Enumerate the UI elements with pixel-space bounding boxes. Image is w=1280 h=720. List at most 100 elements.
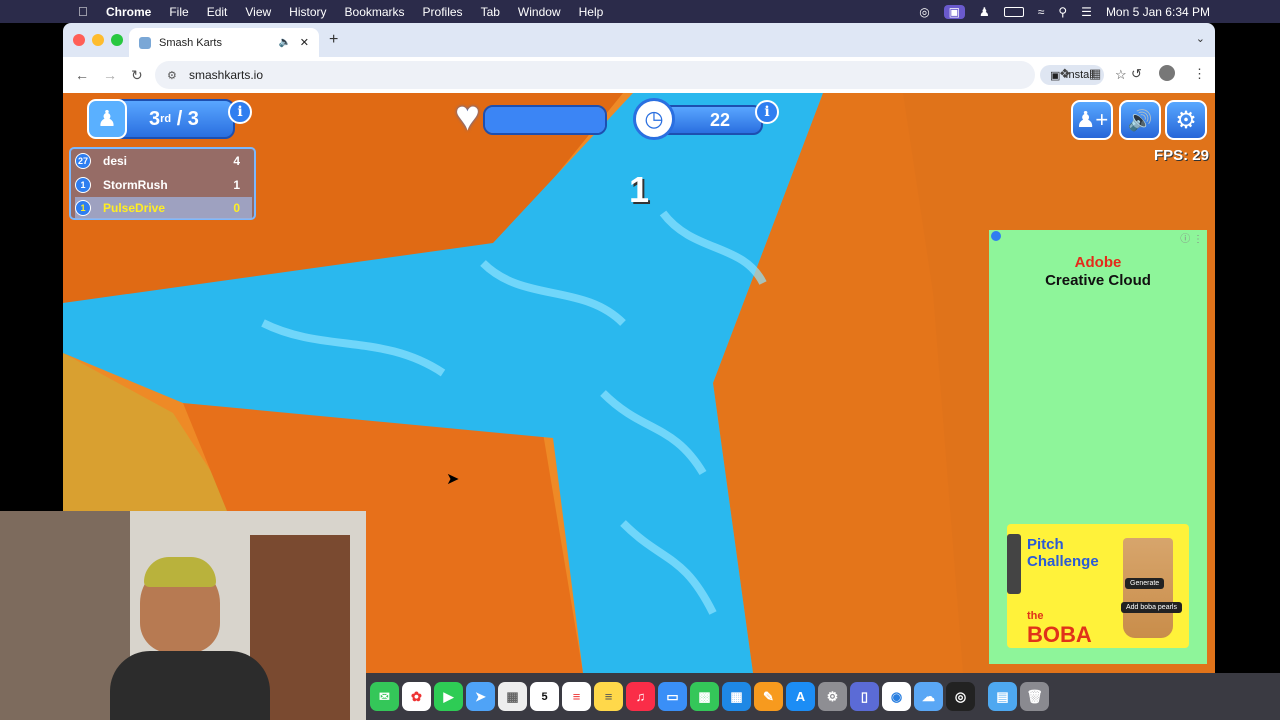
wifi-icon[interactable]: ≈ (1038, 5, 1045, 19)
calendar-day: 5 (541, 690, 548, 703)
ad-brand-adobe: Adobe (1074, 254, 1122, 271)
dock-pages-icon[interactable]: ✎ (754, 682, 783, 711)
menubar-datetime[interactable]: Mon 5 Jan 6:34 PM (1106, 5, 1210, 19)
dock-facetime-icon[interactable]: ▶ (434, 682, 463, 711)
health-bar-fill (485, 107, 605, 133)
window-controls (73, 34, 123, 46)
dock-folder-icon[interactable]: ▤ (988, 682, 1017, 711)
tab-title: Smash Karts (159, 36, 222, 49)
race-countdown: 1 (629, 169, 650, 210)
menu-profiles[interactable]: Profiles (423, 5, 463, 19)
forward-icon[interactable]: → (103, 67, 117, 83)
menu-app-chrome[interactable]: Chrome (106, 5, 151, 19)
ad-brand-creative-cloud: Creative Cloud (1045, 272, 1151, 289)
profile-avatar[interactable] (1159, 65, 1175, 81)
dock: ✉ ✿ ▶ ➤ ▦ 5 ≡ ≡ ♫ ▭ ▩ ▦ ✎ A ⚙ ▯ ◉ ☁ ◎ ▤ … (366, 673, 1280, 720)
menu-bookmarks[interactable]: Bookmarks (345, 5, 405, 19)
close-window-button[interactable] (73, 34, 85, 46)
timer-info-button[interactable]: i (755, 100, 779, 124)
status-area: ◎ ▣ ♟ ≈ ⚲ ☰ Mon 5 Jan 6:34 PM (919, 0, 1210, 23)
tab-close-icon[interactable]: ✕ (300, 36, 309, 49)
dock-trash-icon[interactable]: 🗑 (1020, 682, 1049, 711)
advertisement[interactable]: ⓘ ⋮ Adobe Creative Cloud Pitch Challenge… (989, 230, 1207, 664)
leaderboard-row: 1 StormRush 1 (75, 174, 252, 196)
heart-icon: ♥ (455, 93, 480, 139)
dock-app-store-icon[interactable]: A (786, 682, 815, 711)
sound-button[interactable]: 🔊 (1119, 100, 1161, 140)
settings-button[interactable]: ⚙ (1165, 100, 1207, 140)
player-score: 4 (233, 154, 240, 168)
menu-window[interactable]: Window (518, 5, 561, 19)
rank-value: 3 (149, 107, 161, 130)
menu-history[interactable]: History (289, 5, 326, 19)
menu-view[interactable]: View (245, 5, 271, 19)
ad-choices-icon[interactable] (991, 231, 1001, 241)
apple-icon[interactable]:  (78, 4, 98, 19)
dock-windows-app-icon[interactable]: ▦ (722, 682, 751, 711)
new-tab-button[interactable]: + (329, 31, 338, 49)
ad-tool-panel (1007, 534, 1021, 594)
dock-calendar-icon[interactable]: 5 (530, 682, 559, 711)
ad-creative: Pitch Challenge the BOBA Generate Add bo… (1007, 524, 1189, 648)
dock-chrome-icon[interactable]: ◉ (882, 682, 911, 711)
more-menu-icon[interactable]: ⋮ (1193, 66, 1206, 82)
menu-bar:  Chrome File Edit View History Bookmark… (0, 0, 1280, 23)
dock-maps-icon[interactable]: ➤ (466, 682, 495, 711)
bookmark-star-icon[interactable]: ☆ (1115, 67, 1127, 83)
webcam-overlay (0, 511, 366, 720)
sync-icon[interactable]: ↺ (1131, 66, 1142, 82)
tab-smash-karts[interactable]: Smash Karts 🔈 ✕ (129, 28, 319, 57)
back-icon[interactable]: ← (75, 67, 89, 83)
dock-messages-icon[interactable]: ✉ (370, 682, 399, 711)
webcam-shirt (110, 651, 270, 720)
dock-numbers-icon[interactable]: ▩ (690, 682, 719, 711)
extension-badge-icon[interactable]: ❖ (1059, 66, 1071, 82)
player-level-badge: 1 (75, 177, 91, 193)
dock-music-icon[interactable]: ♫ (626, 682, 655, 711)
menu-file[interactable]: File (169, 5, 188, 19)
dock-reminders-icon[interactable]: ≡ (562, 682, 591, 711)
zoom-window-button[interactable] (111, 34, 123, 46)
ad-add-boba-chip: Add boba pearls (1121, 602, 1182, 613)
screen-recording-icon[interactable]: ▣ (943, 4, 966, 19)
dock-obs-icon[interactable]: ◎ (946, 682, 975, 711)
dock-notes-icon[interactable]: ≡ (594, 682, 623, 711)
site-info-icon[interactable]: ⚙ (167, 69, 177, 82)
address-bar[interactable]: ⚙ smashkarts.io ▣ Install ☆ (155, 61, 1127, 89)
rank-info-button[interactable]: i (228, 100, 252, 124)
control-center-icon[interactable]: ☰ (1081, 5, 1092, 19)
site-favicon-icon (139, 36, 151, 49)
user-icon[interactable]: ♟ (979, 5, 990, 19)
leaderboard-row: 27 desi 4 (75, 150, 252, 172)
screen-mirror-icon[interactable]: ◎ (919, 5, 929, 19)
dock-simulator-icon[interactable]: ▯ (850, 682, 879, 711)
dock-keynote-icon[interactable]: ▭ (658, 682, 687, 711)
minimize-window-button[interactable] (92, 34, 104, 46)
reload-icon[interactable]: ↻ (131, 67, 143, 84)
ad-the-label: the (1027, 610, 1044, 622)
clock-icon: ◷ (633, 98, 675, 140)
dock-system-settings-icon[interactable]: ⚙ (818, 682, 847, 711)
menu-edit[interactable]: Edit (207, 5, 228, 19)
rank-total: / 3 (176, 107, 199, 130)
spotlight-search-icon[interactable]: ⚲ (1058, 5, 1067, 19)
dock-photos-icon[interactable]: ✿ (402, 682, 431, 711)
extensions-icon[interactable]: ▦ (1089, 66, 1101, 82)
url-text: smashkarts.io (189, 68, 264, 82)
dock-weather-icon[interactable]: ☁ (914, 682, 943, 711)
gear-icon: ⚙ (1175, 106, 1197, 134)
dock-launchpad-icon[interactable]: ▦ (498, 682, 527, 711)
ad-close-icon[interactable]: ⓘ ⋮ (1180, 230, 1203, 245)
add-friend-button[interactable]: ♟+ (1071, 100, 1113, 140)
ad-generate-chip: Generate (1125, 578, 1165, 589)
leaderboard-row-self: 1 PulseDrive 0 (75, 197, 252, 219)
tab-audio-icon[interactable]: 🔈 (279, 37, 291, 48)
menu-tab[interactable]: Tab (481, 5, 500, 19)
leaderboard: 27 desi 4 1 StormRush 1 1 PulseDrive 0 (69, 147, 256, 220)
menu-help[interactable]: Help (579, 5, 604, 19)
tab-search-chevron-icon[interactable]: ⌄ (1196, 32, 1205, 45)
browser-toolbar: ← → ↻ ⚙ smashkarts.io ▣ Install ☆ ❖ ▦ ↺ … (63, 57, 1215, 93)
webcam-cap (144, 557, 216, 587)
battery-icon[interactable] (1003, 6, 1024, 17)
mouse-cursor-icon: ➤ (446, 471, 460, 488)
